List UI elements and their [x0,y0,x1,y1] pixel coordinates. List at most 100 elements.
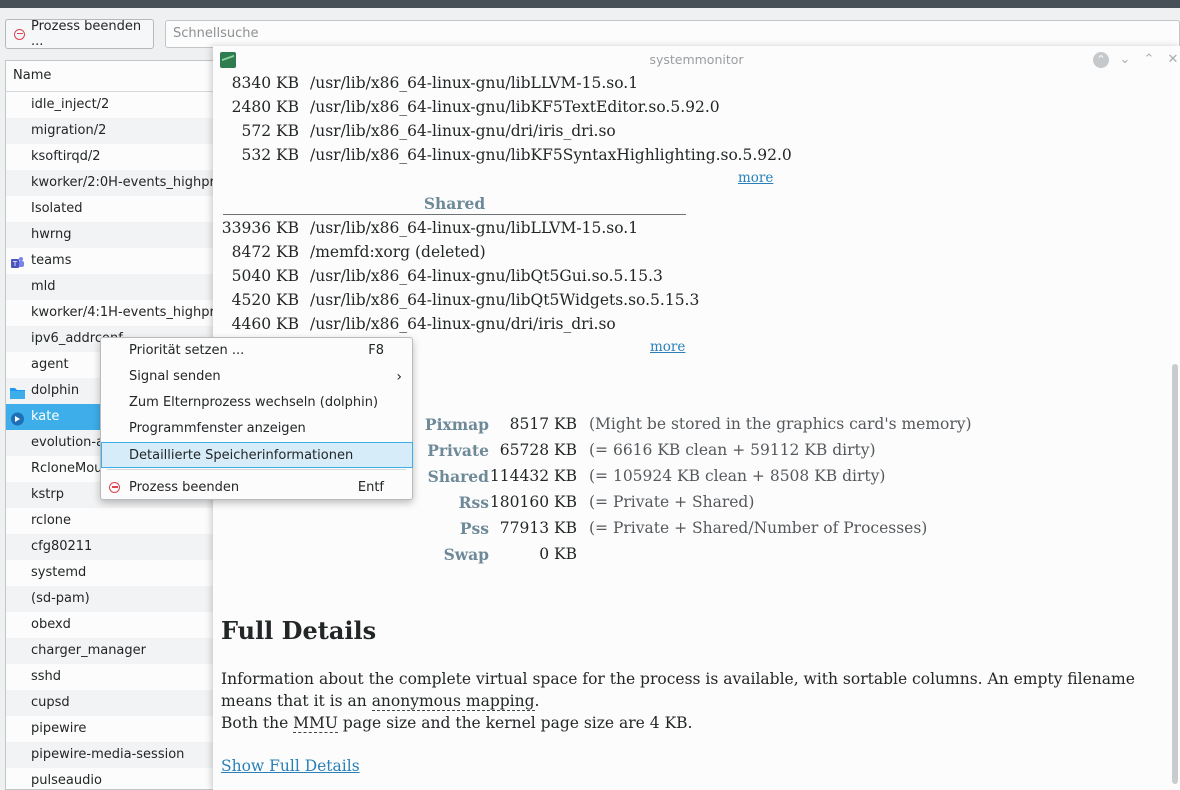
scrollbar[interactable] [1172,364,1178,784]
process-row[interactable]: charger_manager [6,638,219,664]
menu-item-label: Prozess beenden [129,480,240,495]
process-row[interactable]: sshd [6,664,219,690]
shared-path: /usr/lib/x86_64-linux-gnu/dri/iris_dri.s… [310,315,616,333]
process-row[interactable]: rclone [6,508,219,534]
total-value-shared: 114432 KB [489,467,577,485]
menu-shortcut: Entf [357,480,384,495]
process-name: kworker/4:1H-events_highpri [31,305,219,320]
process-name: cupsd [31,695,70,710]
process-name: cfg80211 [31,539,93,554]
private-size: 532 KB [241,146,299,164]
kate-icon [10,410,25,426]
process-name: charger_manager [31,643,146,658]
process-name: pipewire-media-session [31,747,185,762]
para-text: Both the [221,714,294,732]
window-title: systemmonitor [649,52,744,67]
process-row[interactable]: Tteams [6,248,219,274]
menu-item-set-priority[interactable]: Priorität setzen ... F8 [101,338,412,364]
minimize-icon[interactable]: ⌄ [1117,52,1133,68]
para-text: . [534,692,540,710]
title-strip [0,0,1180,8]
process-name: mld [31,279,56,294]
anonymous-mapping-term[interactable]: anonymous mapping [371,692,535,711]
total-note-private: (= 6616 KB clean + 59112 KB dirty) [589,441,876,459]
process-name: rclone [31,513,72,528]
maximize-icon[interactable]: ⌃ [1141,52,1157,68]
kill-process-button[interactable]: Prozess beenden ... [5,19,154,49]
process-row[interactable]: pulseaudio [6,768,219,789]
menu-item-label: Priorität setzen ... [129,343,245,358]
total-label-rss: Rss [458,493,489,512]
process-row[interactable]: systemd [6,560,219,586]
kill-process-label: Prozess beenden ... [31,19,142,49]
menu-item-jump-to-parent[interactable]: Zum Elternprozess wechseln (dolphin) [101,390,412,416]
process-row[interactable]: mld [6,274,219,300]
shared-path: /memfd:xorg (deleted) [310,243,486,261]
process-row[interactable]: obexd [6,612,219,638]
process-name: Isolated [31,201,83,216]
keep-above-icon[interactable]: ⌃ [1093,52,1109,68]
mmu-term[interactable]: MMU [293,714,338,733]
process-row[interactable]: idle_inject/2 [6,92,219,118]
process-name: kstrp [31,487,64,502]
total-label-private: Private [427,441,489,460]
folder-icon [10,384,25,399]
menu-item-label: Programmfenster anzeigen [129,421,306,436]
process-name: obexd [31,617,71,632]
shared-path: /usr/lib/x86_64-linux-gnu/libQt5Widgets.… [310,291,700,309]
process-name: migration/2 [31,123,107,138]
process-row[interactable]: cupsd [6,690,219,716]
private-size: 2480 KB [231,98,299,116]
process-name: pulseaudio [31,773,102,788]
shared-path: /usr/lib/x86_64-linux-gnu/libQt5Gui.so.5… [310,267,663,285]
private-size: 572 KB [241,122,299,140]
process-row[interactable]: pipewire [6,716,219,742]
process-name: kate [31,409,60,424]
chevron-right-icon: › [396,369,402,385]
process-row[interactable]: (sd-pam) [6,586,219,612]
total-label-swap: Swap [443,545,489,564]
total-value-pss: 77913 KB [499,519,577,537]
menu-item-send-signal[interactable]: Signal senden › [101,364,412,390]
process-row[interactable]: cfg80211 [6,534,219,560]
svg-text:T: T [12,260,18,268]
column-header-name[interactable]: Name [6,61,219,92]
private-path: /usr/lib/x86_64-linux-gnu/libLLVM-15.so.… [310,74,639,92]
process-row[interactable]: hwrng [6,222,219,248]
window-titlebar[interactable]: systemmonitor ⌃ ⌄ ⌃ ✕ [213,46,1180,74]
search-input[interactable]: Schnellsuche [165,20,1180,48]
process-row[interactable]: pipewire-media-session [6,742,219,768]
full-details-heading: Full Details [221,616,377,645]
process-row[interactable]: ksoftirqd/2 [6,144,219,170]
total-value-rss: 180160 KB [489,493,577,511]
process-row[interactable]: migration/2 [6,118,219,144]
process-name: evolution-a [31,435,105,450]
shared-path: /usr/lib/x86_64-linux-gnu/libLLVM-15.so.… [310,219,639,237]
context-menu: Priorität setzen ... F8 Signal senden › … [100,337,413,500]
private-more-link[interactable]: more [738,170,773,186]
menu-item-show-window[interactable]: Programmfenster anzeigen [101,416,412,442]
private-path: /usr/lib/x86_64-linux-gnu/dri/iris_dri.s… [310,122,616,140]
process-row[interactable]: kworker/2:0H-events_highpri [6,170,219,196]
shared-size: 8472 KB [231,243,299,261]
private-size: 8340 KB [231,74,299,92]
private-path: /usr/lib/x86_64-linux-gnu/libKF5TextEdit… [310,98,720,116]
menu-shortcut: F8 [368,343,384,358]
total-label-shared: Shared [427,467,489,486]
process-name: systemd [31,565,87,580]
menu-item-kill-process[interactable]: Prozess beenden Entf [101,475,412,501]
process-row[interactable]: kworker/4:1H-events_highpri [6,300,219,326]
menu-item-detailed-memory[interactable]: Detaillierte Speicherinformationen [101,442,413,468]
close-icon[interactable]: ✕ [1165,52,1180,68]
show-full-details-link[interactable]: Show Full Details [221,757,360,775]
total-label-pixmap: Pixmap [424,415,489,434]
shared-size: 33936 KB [221,219,299,237]
full-details-text: Information about the complete virtual s… [221,668,1171,734]
total-note-shared: (= 105924 KB clean + 8508 KB dirty) [589,467,886,485]
shared-more-link[interactable]: more [650,339,685,355]
process-name: (sd-pam) [31,591,90,606]
stop-icon [109,482,120,493]
process-name: ksoftirqd/2 [31,149,101,164]
process-row[interactable]: Isolated [6,196,219,222]
private-path: /usr/lib/x86_64-linux-gnu/libKF5SyntaxHi… [310,146,792,164]
